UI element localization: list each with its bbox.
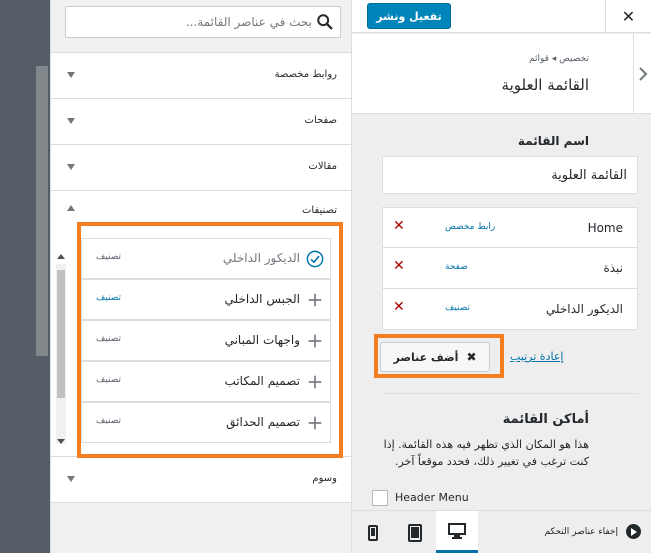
device-tablet-button[interactable] [394,511,436,553]
divider [382,393,638,394]
customizer-header: ✕ تفعيل ونشر [352,0,651,33]
tablet-icon [408,523,422,542]
list-item[interactable]: تصميم الحدائق تصنيف [81,402,331,443]
section-label: صفحات [304,115,337,126]
plus-icon [308,416,322,430]
category-name: الديكور الداخلي [222,251,300,265]
menu-item-type: تصنيف [445,303,471,313]
chevron-down-icon [67,72,75,78]
remove-icon[interactable]: ✕ [393,299,405,315]
menu-item[interactable]: Home رابط مخصص ✕ [382,207,638,248]
scroll-up-icon[interactable] [57,254,65,259]
menu-locations-description: هذا هو المكان الذي تظهر فيه هذه القائمة.… [383,438,589,468]
breadcrumb: تخصيص ◂ قوائم [528,54,589,64]
chevron-down-icon [67,164,75,170]
close-button[interactable]: ✕ [605,0,651,33]
list-item[interactable]: واجهات المباني تصنيف [81,320,331,361]
list-item[interactable]: الديكور الداخلي تصنيف [81,238,331,279]
scroll-down-icon[interactable] [57,439,65,444]
section-label: وسوم [312,473,337,484]
category-name: تصميم الحدائق [226,415,300,429]
site-preview-strip [0,0,50,553]
category-list: الديكور الداخلي تصنيف الجبس الداخلي تصني… [81,234,333,448]
menu-item-title: الديكور الداخلي [545,302,623,316]
menu-item[interactable]: الديكور الداخلي تصنيف ✕ [382,289,638,330]
menu-items-list: Home رابط مخصص ✕ نبذة صفحة ✕ الديكور الد… [382,207,638,330]
search-icon[interactable] [316,13,334,31]
menu-locations-title: أماكن القائمة [502,412,589,427]
device-desktop-button[interactable] [436,511,478,553]
category-type: تصنيف [96,416,122,426]
publish-button[interactable]: تفعيل ونشر [367,3,451,29]
section-pages[interactable]: صفحات [51,98,351,144]
collapse-icon [626,524,641,539]
scroll-thumb[interactable] [57,270,65,398]
add-items-button[interactable]: ✖ أضف عناصر [380,342,490,372]
category-type: تصنيف [96,252,122,262]
device-mobile-button[interactable] [352,511,394,553]
collapse-label: إخفاء عناصر التحكم [544,526,618,537]
section-custom-links[interactable]: روابط مخصصة [51,52,351,98]
menu-item-title: Home [587,221,623,235]
customizer-footer: إخفاء عناصر التحكم [352,510,651,553]
category-name: الجبس الداخلي [224,292,301,306]
chevron-right-icon [638,67,647,81]
search-input[interactable] [72,7,312,37]
section-tags[interactable]: وسوم [51,456,351,502]
chevron-up-icon [67,205,75,211]
menu-item-title: نبذة [603,261,623,275]
device-switcher [352,511,478,553]
category-type: تصنيف [96,334,122,344]
back-button[interactable] [633,34,651,114]
category-name: تصميم المكاتب [224,374,300,388]
list-item[interactable]: تصميم المكاتب تصنيف [81,361,331,402]
chevron-down-icon [67,476,75,482]
panel-bottom [51,502,351,553]
plus-icon [308,334,322,348]
section-posts[interactable]: مقالات [51,144,351,190]
section-label: روابط مخصصة [274,69,337,80]
menu-name-label: اسم القائمة [517,134,589,148]
mobile-icon [368,524,378,541]
remove-icon[interactable]: ✕ [393,258,405,274]
check-circle-icon [306,250,324,268]
list-item[interactable]: الجبس الداخلي تصنيف [81,279,331,320]
close-icon: ✖ [466,350,477,364]
section-label: مقالات [308,161,337,172]
available-menu-items-panel: روابط مخصصة صفحات مقالات تصنيفات الديكور… [50,0,352,553]
chevron-down-icon [67,118,75,124]
header-menu-checkbox[interactable] [372,490,388,506]
close-icon: ✕ [621,7,636,26]
customizer-panel: ✕ تفعيل ونشر تخصيص ◂ قوائم القائمة العلو… [352,0,651,553]
menu-items-search [65,6,341,38]
section-label: تصنيفات [301,205,337,216]
menu-name-field[interactable] [382,156,638,194]
plus-icon [308,293,322,307]
add-items-label: أضف عناصر [393,351,459,364]
collapse-controls-button[interactable]: إخفاء عناصر التحكم [545,524,641,539]
menu-item-type: صفحة [445,262,468,272]
plus-icon [308,375,322,389]
header-menu-label: Header Menu [395,491,469,504]
menu-item-type: رابط مخصص [445,222,496,232]
desktop-icon [448,522,466,539]
category-type: تصنيف [96,293,122,303]
category-name: واجهات المباني [224,333,300,347]
section-header: تخصيص ◂ قوائم القائمة العلوية [352,34,651,114]
page-title: القائمة العلوية [501,76,589,94]
preview-scrollbar[interactable] [36,66,48,356]
category-type: تصنيف [96,375,122,385]
menu-item[interactable]: نبذة صفحة ✕ [382,248,638,289]
panel-scrollbar[interactable] [55,252,67,452]
remove-icon[interactable]: ✕ [393,218,405,234]
reorder-link[interactable]: إعادة ترتيب [510,350,563,363]
